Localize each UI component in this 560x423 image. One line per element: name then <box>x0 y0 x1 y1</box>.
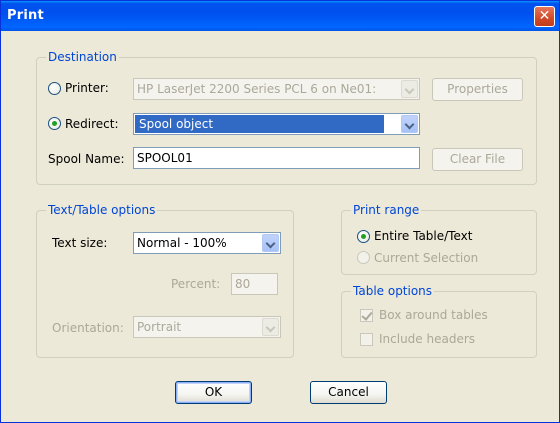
percent-label: Percent: <box>171 277 221 291</box>
current-selection-label: Current Selection <box>374 251 479 265</box>
redirect-radio[interactable] <box>48 117 61 130</box>
clear-file-button[interactable]: Clear File <box>432 148 523 171</box>
orientation-select[interactable]: Portrait <box>133 316 281 338</box>
cancel-button[interactable]: Cancel <box>310 381 387 404</box>
redirect-select[interactable]: Spool object <box>133 113 420 135</box>
redirect-value: Spool object <box>139 117 214 131</box>
percent-input[interactable]: 80 <box>231 273 278 295</box>
redirect-label: Redirect: <box>65 117 119 131</box>
table-options-legend: Table options <box>351 284 435 298</box>
printer-radio[interactable] <box>48 82 61 95</box>
printer-label: Printer: <box>65 81 109 95</box>
spool-name-input[interactable]: SPOOL01 <box>133 147 420 169</box>
destination-legend: Destination <box>46 50 119 64</box>
title-bar: Print ✕ <box>1 1 559 31</box>
orientation-label: Orientation: <box>52 321 124 335</box>
include-headers-label: Include headers <box>379 332 476 346</box>
printer-select[interactable]: HP LaserJet 2200 Series PCL 6 on Ne01: <box>133 78 420 100</box>
percent-value: 80 <box>235 277 251 291</box>
text-size-select[interactable]: Normal - 100% <box>133 232 281 254</box>
text-table-options-legend: Text/Table options <box>46 203 158 217</box>
print-range-legend: Print range <box>351 203 422 217</box>
chevron-down-icon[interactable] <box>262 234 279 252</box>
close-button[interactable]: ✕ <box>534 6 555 27</box>
properties-button[interactable]: Properties <box>432 78 523 101</box>
entire-table-text-radio[interactable] <box>357 230 370 243</box>
chevron-down-icon[interactable] <box>262 318 279 336</box>
chevron-down-icon[interactable] <box>401 80 418 98</box>
box-around-tables-label: Box around tables <box>379 308 488 322</box>
ok-button[interactable]: OK <box>175 381 252 404</box>
text-size-label: Text size: <box>52 236 108 250</box>
printer-value: HP LaserJet 2200 Series PCL 6 on Ne01: <box>137 82 377 96</box>
text-size-value: Normal - 100% <box>137 236 227 250</box>
include-headers-checkbox[interactable] <box>360 333 373 346</box>
spool-name-value: SPOOL01 <box>137 151 193 165</box>
spool-name-label: Spool Name: <box>48 152 125 166</box>
entire-table-text-label: Entire Table/Text <box>374 229 473 243</box>
orientation-value: Portrait <box>137 320 182 334</box>
close-icon: ✕ <box>538 8 551 24</box>
box-around-tables-checkbox[interactable] <box>360 309 373 322</box>
chevron-down-icon[interactable] <box>401 115 418 133</box>
print-dialog: Print ✕ Destination Printer: HP LaserJet… <box>0 0 560 423</box>
dialog-title: Print <box>7 8 44 23</box>
current-selection-radio[interactable] <box>357 251 370 264</box>
table-options-group: Table options <box>341 284 537 358</box>
